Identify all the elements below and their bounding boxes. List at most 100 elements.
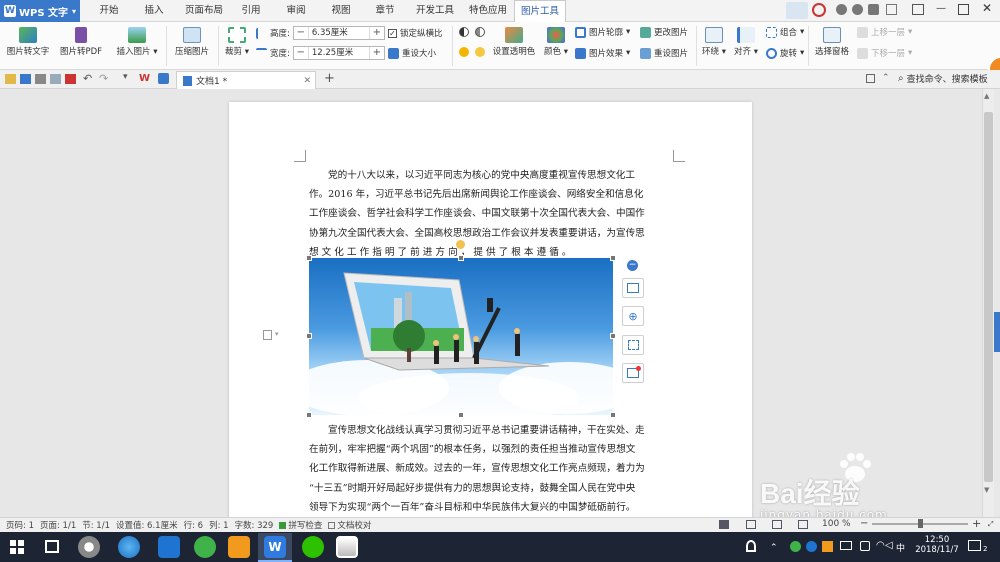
tray-360-icon[interactable] xyxy=(790,541,801,552)
paragraph-1[interactable]: 党的十八大以来，以习近平同志为核心的党中央高度重视宣传思想文化工 作。2016 … xyxy=(309,166,673,262)
scroll-up-icon[interactable]: ▲ xyxy=(984,92,989,100)
zoom-slider-thumb[interactable] xyxy=(918,519,923,528)
clock[interactable]: 12:50 2018/11/7 xyxy=(914,535,960,555)
tab-insert[interactable]: 插入 xyxy=(135,0,173,22)
export-pdf-icon[interactable] xyxy=(65,74,76,84)
zoom-out-button[interactable]: − xyxy=(860,518,868,529)
resize-handle-sw[interactable] xyxy=(306,412,312,418)
resize-handle-w[interactable] xyxy=(306,333,312,339)
spell-check-toggle[interactable]: 拼写检查 xyxy=(279,519,322,531)
send-backward-button[interactable]: 下移一层 ▾ xyxy=(857,47,912,59)
crop-picture-button[interactable] xyxy=(622,335,644,355)
close-icon[interactable]: ✕ xyxy=(982,1,992,15)
collapse-tools-icon[interactable]: − xyxy=(627,260,638,271)
new-tab-button[interactable]: + xyxy=(324,71,335,86)
compress-picture-button[interactable]: 压缩图片 xyxy=(172,27,212,57)
help-icon[interactable] xyxy=(868,4,879,15)
tab-start[interactable]: 开始 xyxy=(90,0,128,22)
web-view-icon[interactable] xyxy=(798,520,808,529)
open-folder-icon[interactable] xyxy=(5,74,16,84)
zoom-in-button[interactable]: + xyxy=(972,517,981,530)
restore-ribbon-icon[interactable] xyxy=(912,4,924,15)
doc-tab[interactable]: 文档1 * ✕ xyxy=(176,71,316,89)
wechat-icon[interactable] xyxy=(302,536,324,558)
resize-handle-nw[interactable] xyxy=(306,255,312,261)
volume-icon[interactable]: ◁ xyxy=(885,540,893,551)
height-decrease-button[interactable]: − xyxy=(294,27,308,39)
width-decrease-button[interactable]: − xyxy=(294,47,308,59)
selection-pane-button[interactable]: 选择窗格 xyxy=(812,27,852,57)
bring-forward-button[interactable]: 上移一层 ▾ xyxy=(857,26,912,38)
notification-icon[interactable] xyxy=(812,3,826,17)
contrast-increase-icon[interactable] xyxy=(459,27,469,37)
lock-ratio-checkbox[interactable]: ✓ 锁定纵横比 xyxy=(388,27,443,39)
tab-page-layout[interactable]: 页面布局 xyxy=(178,0,230,22)
chevron-down-icon[interactable]: ▾ xyxy=(275,330,279,338)
resize-handle-s[interactable] xyxy=(458,412,464,418)
print-preview-icon[interactable] xyxy=(50,74,61,84)
color-button[interactable]: 颜色 ▾ xyxy=(540,27,572,57)
paragraph-layout-icon[interactable] xyxy=(263,330,272,340)
resize-handle-n[interactable] xyxy=(458,255,464,261)
rotate-handle-icon[interactable] xyxy=(456,240,465,249)
close-icon[interactable]: ✕ xyxy=(303,76,311,86)
width-spinner[interactable]: − 12.25厘米 + xyxy=(292,46,385,60)
tray-display-icon[interactable] xyxy=(840,541,852,550)
height-input[interactable]: 6.35厘米 xyxy=(307,27,370,39)
media-app-icon[interactable] xyxy=(228,536,250,558)
width-input[interactable]: 12.25厘米 xyxy=(307,47,370,59)
tab-references[interactable]: 引用 xyxy=(233,0,269,22)
wps-writer-icon[interactable]: W xyxy=(264,536,286,558)
tray-expand-icon[interactable]: ⌃ xyxy=(770,543,778,553)
reading-view-icon[interactable] xyxy=(772,520,782,529)
reset-size-button[interactable]: 重设大小 xyxy=(388,47,436,59)
wps-home-icon[interactable]: W xyxy=(139,73,150,84)
share-icon[interactable] xyxy=(852,4,863,15)
tray-media-icon[interactable] xyxy=(822,541,833,552)
task-view-icon[interactable] xyxy=(45,540,59,553)
settings-app-icon[interactable] xyxy=(78,536,100,558)
skin-icon[interactable] xyxy=(786,2,808,19)
pic-to-text-button[interactable]: 图片转文字 xyxy=(6,27,50,57)
selected-picture[interactable] xyxy=(309,258,613,415)
action-center-icon[interactable] xyxy=(968,540,981,551)
picture-effects-button[interactable]: 图片效果 ▾ xyxy=(575,47,630,59)
ime-indicator[interactable]: 中 xyxy=(896,541,905,554)
tab-chapter[interactable]: 章节 xyxy=(367,0,403,22)
contrast-decrease-icon[interactable] xyxy=(475,27,485,37)
edge-browser-icon[interactable] xyxy=(158,536,180,558)
tab-special-apps[interactable]: 特色应用 xyxy=(465,0,511,22)
status-page-number[interactable]: 页码: 1 xyxy=(6,519,34,531)
height-spinner[interactable]: − 6.35厘米 + xyxy=(292,26,385,40)
zoom-picture-button[interactable]: ⊕ xyxy=(622,306,644,326)
height-increase-button[interactable]: + xyxy=(370,27,384,39)
cloud-doc-icon[interactable] xyxy=(158,73,169,84)
tab-dev-tools[interactable]: 开发工具 xyxy=(412,0,458,22)
align-button[interactable]: 对齐 ▾ xyxy=(732,27,760,57)
insert-picture-button[interactable]: 插入图片 ▾ xyxy=(114,27,160,57)
change-picture-button[interactable]: 更改图片 xyxy=(640,26,688,38)
picture-frame-button[interactable] xyxy=(622,363,644,383)
resize-handle-ne[interactable] xyxy=(610,255,616,261)
battery-icon[interactable] xyxy=(860,541,870,551)
undo-icon[interactable]: ↶ xyxy=(83,72,92,85)
doc-proofread-button[interactable]: 文档校对 xyxy=(328,519,371,531)
panel-icon[interactable] xyxy=(866,74,875,83)
crop-button[interactable]: 裁剪 ▾ xyxy=(222,27,252,57)
page-view-icon[interactable] xyxy=(719,520,729,529)
wps-app-menu-button[interactable]: W WPS 文字 ▾ xyxy=(0,0,80,22)
outline-view-icon[interactable] xyxy=(746,520,756,529)
brightness-decrease-icon[interactable] xyxy=(475,47,485,57)
windows-start-icon[interactable] xyxy=(10,540,24,554)
layout-options-button[interactable] xyxy=(622,278,644,298)
wrap-button[interactable]: 环绕 ▾ xyxy=(700,27,728,57)
maximize-icon[interactable] xyxy=(958,4,969,15)
save-icon[interactable] xyxy=(20,74,31,84)
browser-360-icon[interactable] xyxy=(194,536,216,558)
side-panel-tab[interactable] xyxy=(994,312,1000,352)
people-icon[interactable] xyxy=(746,540,756,552)
group-button[interactable]: 组合 ▾ xyxy=(766,26,804,38)
zoom-level[interactable]: 100 % xyxy=(822,519,851,529)
print-icon[interactable] xyxy=(35,74,46,84)
rotate-button[interactable]: 旋转 ▾ xyxy=(766,47,804,59)
